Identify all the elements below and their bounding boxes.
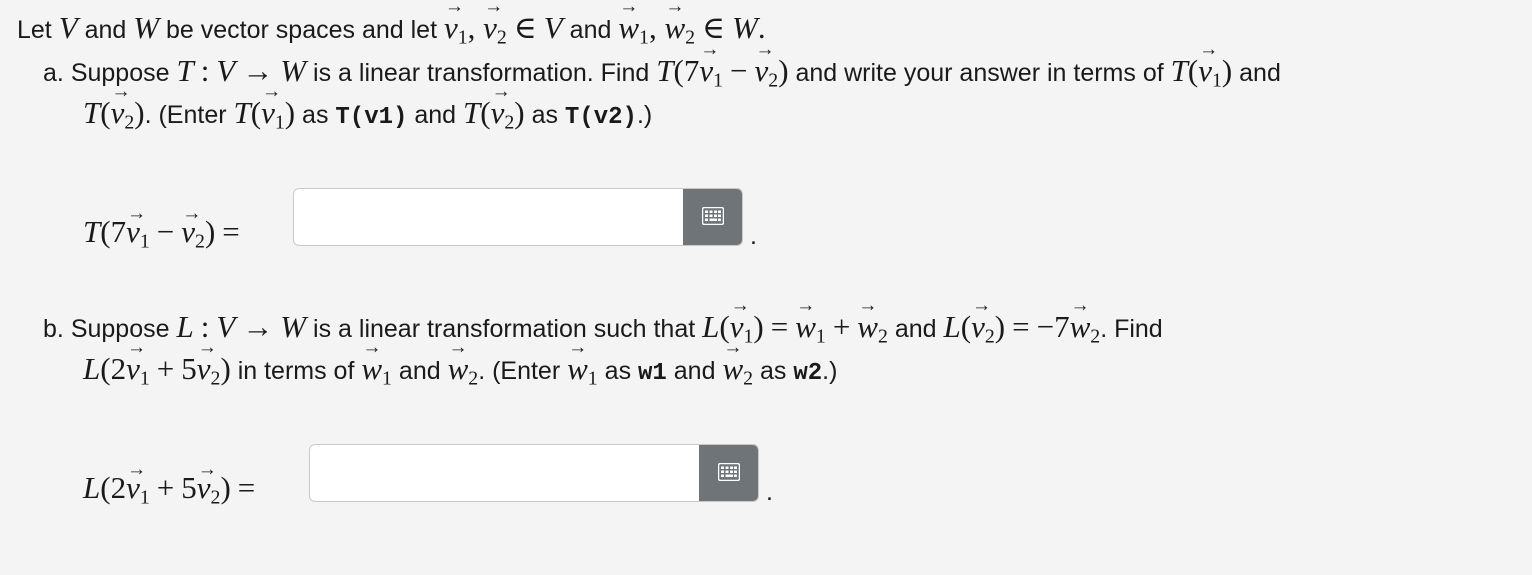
part-a-trailing-period: .: [750, 222, 757, 250]
part-a-marker: a.: [43, 59, 64, 87]
part-b-answer-input[interactable]: [310, 445, 700, 501]
code-hint-t-v2: T(v2): [564, 104, 637, 131]
part-a-answer-box: [293, 188, 743, 246]
code-hint-w2: w2: [793, 360, 823, 387]
part-a-question-line-2: T(v2). (Enter T(v1) as T(v1) and T(v2) a…: [83, 82, 652, 139]
code-hint-t-v1: T(v1): [335, 104, 408, 131]
part-b-question-line-2: L(2v1+5v2) in terms of w1 and w2. (Enter…: [83, 338, 837, 395]
part-b-answer-label: L(2v1+5v2)=: [83, 460, 262, 507]
part-a-question-line-1: a. Suppose T: V → W is a linear transformat…: [43, 40, 1281, 94]
part-b-equation-editor-button[interactable]: [699, 445, 758, 501]
part-b-answer-box: [309, 444, 759, 502]
part-b-marker: b.: [43, 315, 64, 343]
part-a-answer-input[interactable]: [294, 189, 684, 245]
keyboard-icon: [701, 203, 725, 232]
part-a-equation-editor-button[interactable]: [683, 189, 742, 245]
part-a-answer-label: T(7v1−v2)=: [83, 204, 247, 251]
problem-intro: Let V and W be vector spaces and let v1,…: [17, 0, 766, 51]
keyboard-icon: [717, 459, 741, 488]
part-b-trailing-period: .: [766, 478, 773, 506]
code-hint-w1: w1: [638, 360, 667, 387]
